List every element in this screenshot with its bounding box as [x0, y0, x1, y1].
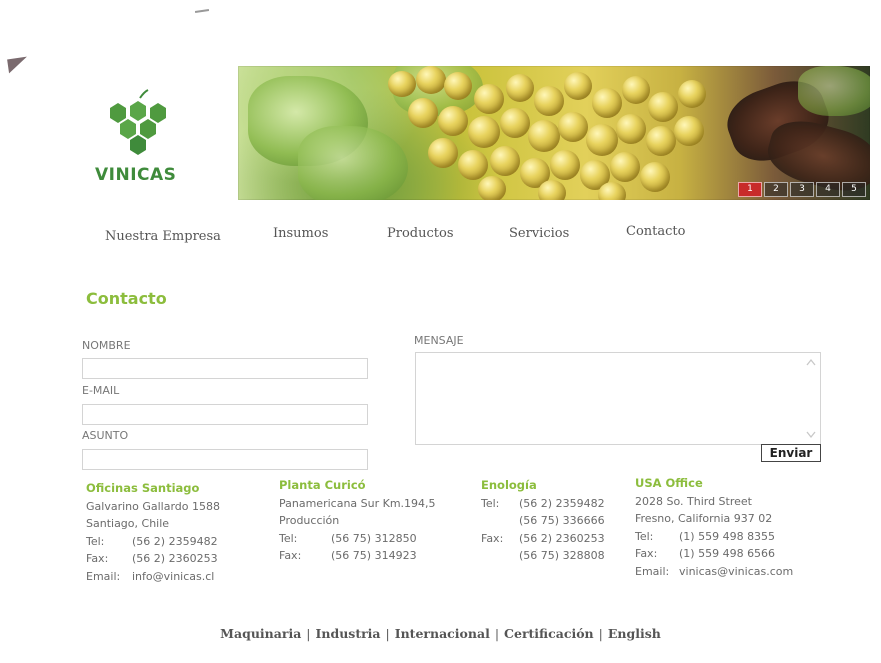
send-button[interactable]: Enviar [761, 444, 821, 462]
separator: | [306, 626, 311, 641]
footer-link-maquinaria[interactable]: Maquinaria [220, 626, 301, 641]
tel-label: Tel: [86, 534, 105, 548]
email-label: Email: [86, 569, 121, 583]
office-title: Enología [481, 478, 537, 492]
brand-name: VINICAS [95, 165, 177, 185]
nav-item-contacto[interactable]: Contacto [626, 224, 685, 239]
office-title: USA Office [635, 476, 703, 490]
footer-link-certificacion[interactable]: Certificación [504, 626, 594, 641]
tel-value: (56 75) 312850 [331, 531, 417, 545]
office-curico: Planta Curicó Panamericana Sur Km.194,5 … [279, 477, 436, 565]
name-label: NOMBRE [82, 339, 131, 352]
separator: | [598, 626, 603, 641]
tel-value-2: (56 75) 336666 [519, 514, 605, 527]
scan-artifact [7, 56, 29, 74]
separator: | [494, 626, 500, 641]
tel-value: (56 2) 2359482 [132, 534, 218, 548]
email-link[interactable]: info@vinicas.cl [132, 568, 214, 586]
scan-artifact [194, 9, 210, 13]
office-usa: USA Office 2028 So. Third Street Fresno,… [635, 475, 793, 580]
subject-label: ASUNTO [82, 429, 129, 442]
nav-item-productos[interactable]: Productos [387, 226, 454, 241]
message-field[interactable] [415, 352, 821, 445]
office-enologia: Enología Tel: (56 2) 2359482 (56 75) 3366… [481, 477, 605, 565]
slide-dot-5[interactable]: 5 [842, 182, 866, 197]
nav-item-insumos[interactable]: Insumos [273, 226, 328, 241]
scroll-up-icon[interactable] [806, 358, 816, 366]
tel-label: Tel: [635, 529, 654, 543]
office-title: Planta Curicó [279, 478, 366, 492]
fax-label: Fax: [86, 552, 109, 565]
slide-dot-2[interactable]: 2 [764, 182, 788, 197]
message-label: MENSAJE [414, 334, 464, 347]
slide-dot-1[interactable]: 1 [738, 182, 762, 197]
slide-pager: 1 2 3 4 5 [738, 182, 866, 197]
fax-value: (56 2) 2360253 [132, 552, 218, 565]
office-santiago: Oficinas Santiago Galvarino Gallardo 158… [86, 480, 220, 585]
email-label: E-MAIL [82, 384, 120, 397]
fax-value: (1) 559 498 6566 [679, 547, 776, 560]
office-city: Fresno, California 937 02 [635, 512, 773, 525]
fax-value: (56 75) 314923 [331, 549, 417, 562]
page-title: Contacto [86, 289, 167, 308]
footer-link-internacional[interactable]: Internacional [395, 626, 490, 641]
tel-label: Tel: [279, 531, 298, 545]
email-label: Email: [635, 564, 670, 578]
email-field[interactable] [82, 404, 368, 425]
office-title: Oficinas Santiago [86, 481, 200, 495]
fax-label: Fax: [481, 531, 504, 545]
nav-item-servicios[interactable]: Servicios [509, 226, 569, 241]
tel-label: Tel: [481, 496, 500, 510]
fax-value-2: (56 75) 328808 [519, 549, 605, 562]
fax-label: Fax: [635, 547, 658, 560]
nav-item-nuestra-empresa[interactable]: Nuestra Empresa [105, 229, 221, 244]
fax-label: Fax: [279, 549, 302, 562]
footer-link-english[interactable]: English [608, 626, 661, 641]
slide-dot-4[interactable]: 4 [816, 182, 840, 197]
office-address: Panamericana Sur Km.194,5 [279, 496, 436, 510]
hero-banner: 1 2 3 4 5 [238, 66, 870, 200]
slide-dot-3[interactable]: 3 [790, 182, 814, 197]
tel-value: (56 2) 2359482 [519, 496, 605, 510]
footer-link-industria[interactable]: Industria [316, 626, 381, 641]
fax-value: (56 2) 2360253 [519, 531, 605, 545]
office-subtitle: Producción [279, 514, 340, 527]
separator: | [385, 626, 390, 641]
footer-links: Maquinaria | Industria | Internacional | Certi… [0, 626, 881, 641]
office-address: 2028 So. Third Street [635, 494, 752, 508]
grape-cluster-icon [110, 89, 166, 155]
email-link[interactable]: vinicas@vinicas.com [679, 563, 793, 581]
name-field[interactable] [82, 358, 368, 379]
office-city: Santiago, Chile [86, 517, 170, 530]
scroll-down-icon[interactable] [806, 431, 816, 439]
subject-field[interactable] [82, 449, 368, 470]
office-address: Galvarino Gallardo 1588 [86, 499, 220, 513]
tel-value: (1) 559 498 8355 [679, 529, 776, 543]
